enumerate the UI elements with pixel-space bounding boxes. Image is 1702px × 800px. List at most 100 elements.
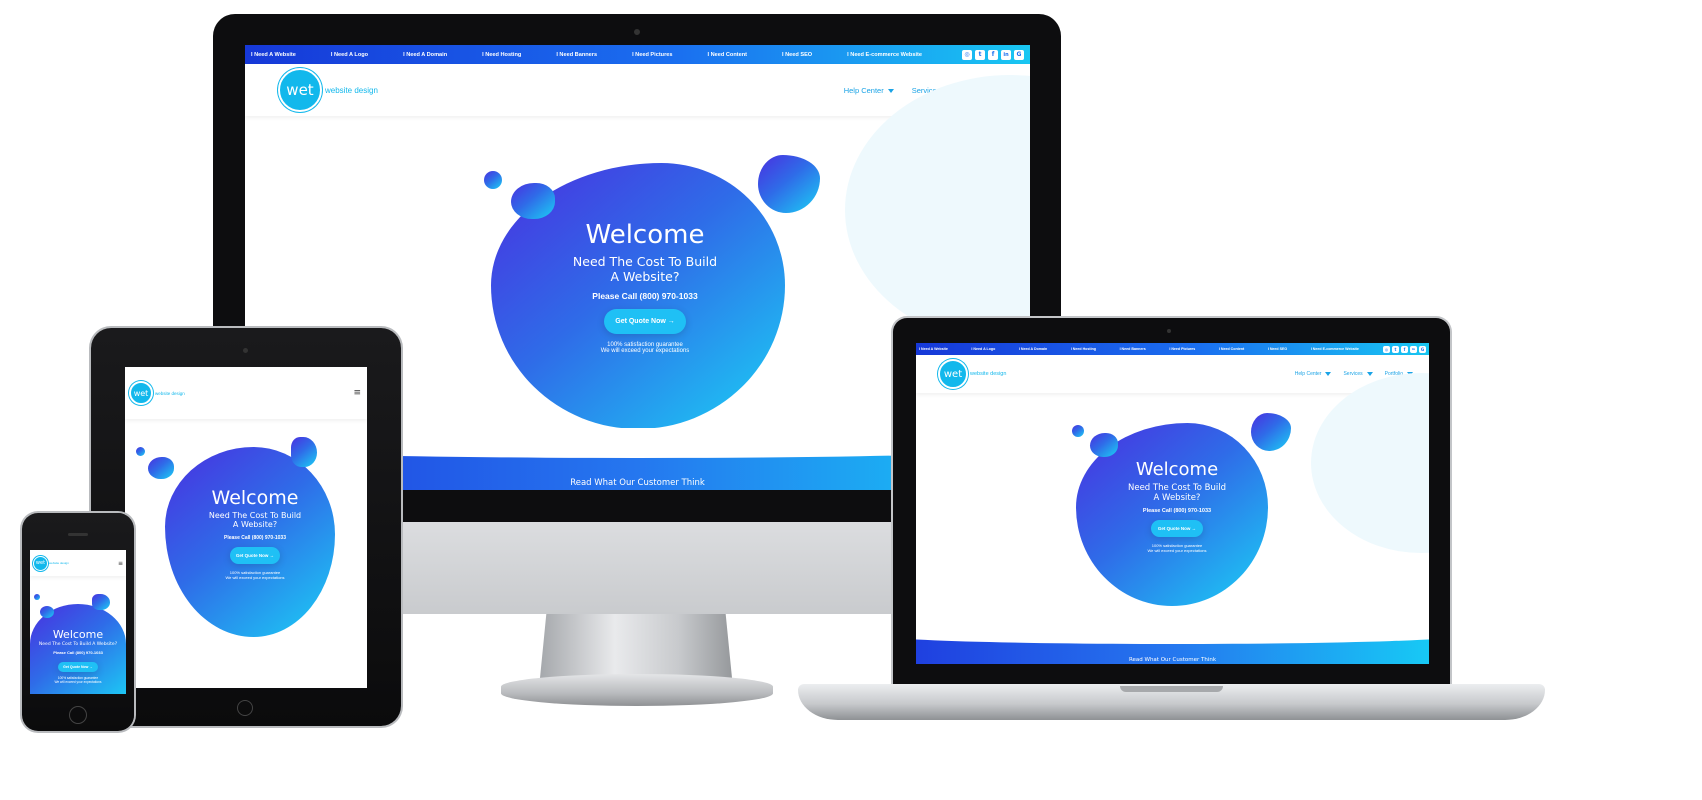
decor-blob-medium (1090, 433, 1118, 457)
top-link-hosting[interactable]: I Need Hosting (1071, 347, 1096, 351)
logo-text: website design (970, 371, 1007, 377)
hero-phone: Please Call (800) 970-1033 (53, 650, 103, 655)
linkedin-icon[interactable]: in (1001, 49, 1011, 60)
hero-guarantee-line2: We will exceed your expectations (1147, 548, 1207, 553)
hero-guarantee-line2: We will exceed your expectations (225, 575, 285, 580)
decor-blob-small (34, 594, 40, 600)
top-link-pictures[interactable]: I Need Pictures (632, 52, 672, 58)
top-bar: I Need A Website I Need A Logo I Need A … (245, 45, 1030, 64)
top-link-seo[interactable]: I Need SEO (1268, 347, 1287, 351)
tablet-camera (243, 348, 248, 353)
laptop-camera (1167, 329, 1171, 333)
site-logo[interactable]: wet website design (938, 359, 1006, 389)
nav-services-label: Services (1343, 371, 1363, 377)
phone-home-button[interactable] (69, 706, 87, 724)
laptop-device: I Need A Website I Need A Logo I Need A … (798, 318, 1545, 720)
hero-question-line1: Need The Cost To Build (1127, 483, 1226, 493)
top-link-domain[interactable]: I Need A Domain (1019, 347, 1047, 351)
nav-help-center[interactable]: Help Center (1295, 371, 1332, 377)
hero-welcome: Welcome (52, 628, 104, 641)
nav-help-center-label: Help Center (1294, 371, 1322, 377)
site-header: wet website design ≡ (30, 550, 126, 576)
logo-mark: wet (33, 555, 48, 571)
twitter-icon[interactable]: t (1392, 345, 1399, 353)
tablet-screen: wet website design ≡ Welcome Need The Co… (125, 367, 367, 688)
instagram-icon[interactable]: ◎ (962, 49, 972, 60)
decor-blob-top-right (758, 155, 820, 213)
phone-screen: wet website design ≡ Welcome Need The Co… (30, 550, 126, 694)
facebook-icon[interactable]: f (988, 49, 998, 60)
linkedin-icon[interactable]: in (1410, 345, 1417, 353)
phone-speaker (68, 533, 88, 536)
hero-guarantee-line2: We will exceed your expectations (54, 680, 102, 684)
twitter-icon[interactable]: t (975, 49, 985, 60)
google-icon[interactable]: G (1419, 345, 1426, 353)
logo-mark: wet (129, 381, 153, 405)
logo-mark: wet (938, 359, 968, 389)
hero-question-line2: A Website? (1153, 493, 1201, 503)
site-logo[interactable]: wet website design (278, 68, 378, 112)
hero-content: Welcome Need The Cost To Build A Website… (535, 220, 755, 354)
monitor-stand-base (501, 674, 773, 706)
hero-question-line1: Need The Cost To Build (572, 254, 718, 269)
top-link-hosting[interactable]: I Need Hosting (482, 52, 521, 58)
top-link-seo[interactable]: I Need SEO (782, 52, 812, 58)
top-link-content[interactable]: I Need Content (1219, 347, 1244, 351)
decor-blob-medium (148, 457, 174, 479)
top-link-logo[interactable]: I Need A Logo (331, 52, 368, 58)
background-shape (1311, 373, 1429, 553)
logo-text: website design (325, 85, 378, 95)
decor-blob-medium (511, 183, 555, 219)
top-link-website[interactable]: I Need A Website (251, 52, 296, 58)
site-header: wet website design Help Center Services … (916, 355, 1429, 393)
top-link-ecommerce[interactable]: I Need E-commerce Website (1311, 347, 1359, 351)
hero-welcome: Welcome (1135, 459, 1219, 480)
get-quote-button[interactable]: Get Quote Now → (604, 309, 686, 334)
site-logo[interactable]: wet website design (33, 555, 69, 571)
nav-services[interactable]: Services (1343, 371, 1373, 377)
nav-help-center-label: Help Center (843, 85, 884, 95)
hero-content: Welcome Need The Cost To Build A Website… (1104, 459, 1250, 553)
hero-question-line1: Need The Cost To Build (208, 511, 302, 520)
hero-phone: Please Call (800) 970-1033 (224, 535, 286, 541)
device-mockup-scene: I Need A Website I Need A Logo I Need A … (0, 0, 1702, 800)
top-link-banners[interactable]: I Need Banners (1120, 347, 1146, 351)
top-link-pictures[interactable]: I Need Pictures (1169, 347, 1195, 351)
get-quote-button[interactable]: Get Quote Now → (229, 547, 281, 564)
top-bar: I Need A Website I Need A Logo I Need A … (916, 343, 1429, 355)
top-link-banners[interactable]: I Need Banners (556, 52, 597, 58)
hero-phone: Please Call (800) 970-1033 (592, 291, 698, 301)
facebook-icon[interactable]: f (1401, 345, 1408, 353)
site-header: wet website design ≡ (125, 367, 367, 419)
decor-blob-small (484, 171, 502, 189)
hero-phone: Please Call (800) 970-1033 (1142, 508, 1212, 514)
get-quote-button[interactable]: Get Quote Now → (1150, 520, 1204, 537)
menu-icon[interactable]: ≡ (353, 388, 361, 398)
laptop-screen: I Need A Website I Need A Logo I Need A … (916, 343, 1429, 664)
top-link-logo[interactable]: I Need A Logo (971, 347, 995, 351)
instagram-icon[interactable]: ◎ (1383, 345, 1390, 353)
decor-blob-small (1072, 425, 1084, 437)
hero-welcome: Welcome (211, 487, 299, 509)
top-link-ecommerce[interactable]: I Need E-commerce Website (847, 52, 922, 58)
logo-text: website design (49, 561, 69, 565)
google-icon[interactable]: G (1014, 49, 1024, 60)
nav-help-center[interactable]: Help Center (844, 86, 894, 95)
site-logo[interactable]: wet website design (129, 381, 185, 405)
laptop-notch (1120, 686, 1223, 692)
hero-question: Need The Cost To Build A Website? (38, 642, 118, 647)
tablet-home-button[interactable] (237, 700, 253, 716)
decor-blob-small (136, 447, 145, 456)
reviews-section: Read What Our Customer Think (916, 624, 1429, 664)
top-link-domain[interactable]: I Need A Domain (403, 52, 447, 58)
top-link-content[interactable]: I Need Content (708, 52, 747, 58)
hero-question-line2: A Website? (232, 520, 278, 529)
logo-mark: wet (278, 68, 322, 112)
chevron-down-icon (1366, 371, 1373, 376)
top-link-website[interactable]: I Need A Website (919, 347, 948, 351)
get-quote-button[interactable]: Get Quote Now → (58, 662, 98, 672)
menu-icon[interactable]: ≡ (118, 560, 123, 567)
hero-content: Welcome Need The Cost To Build A Website… (32, 628, 124, 684)
decor-blob-top-right (92, 594, 110, 610)
hero-question-line2: A Website? (610, 269, 680, 284)
